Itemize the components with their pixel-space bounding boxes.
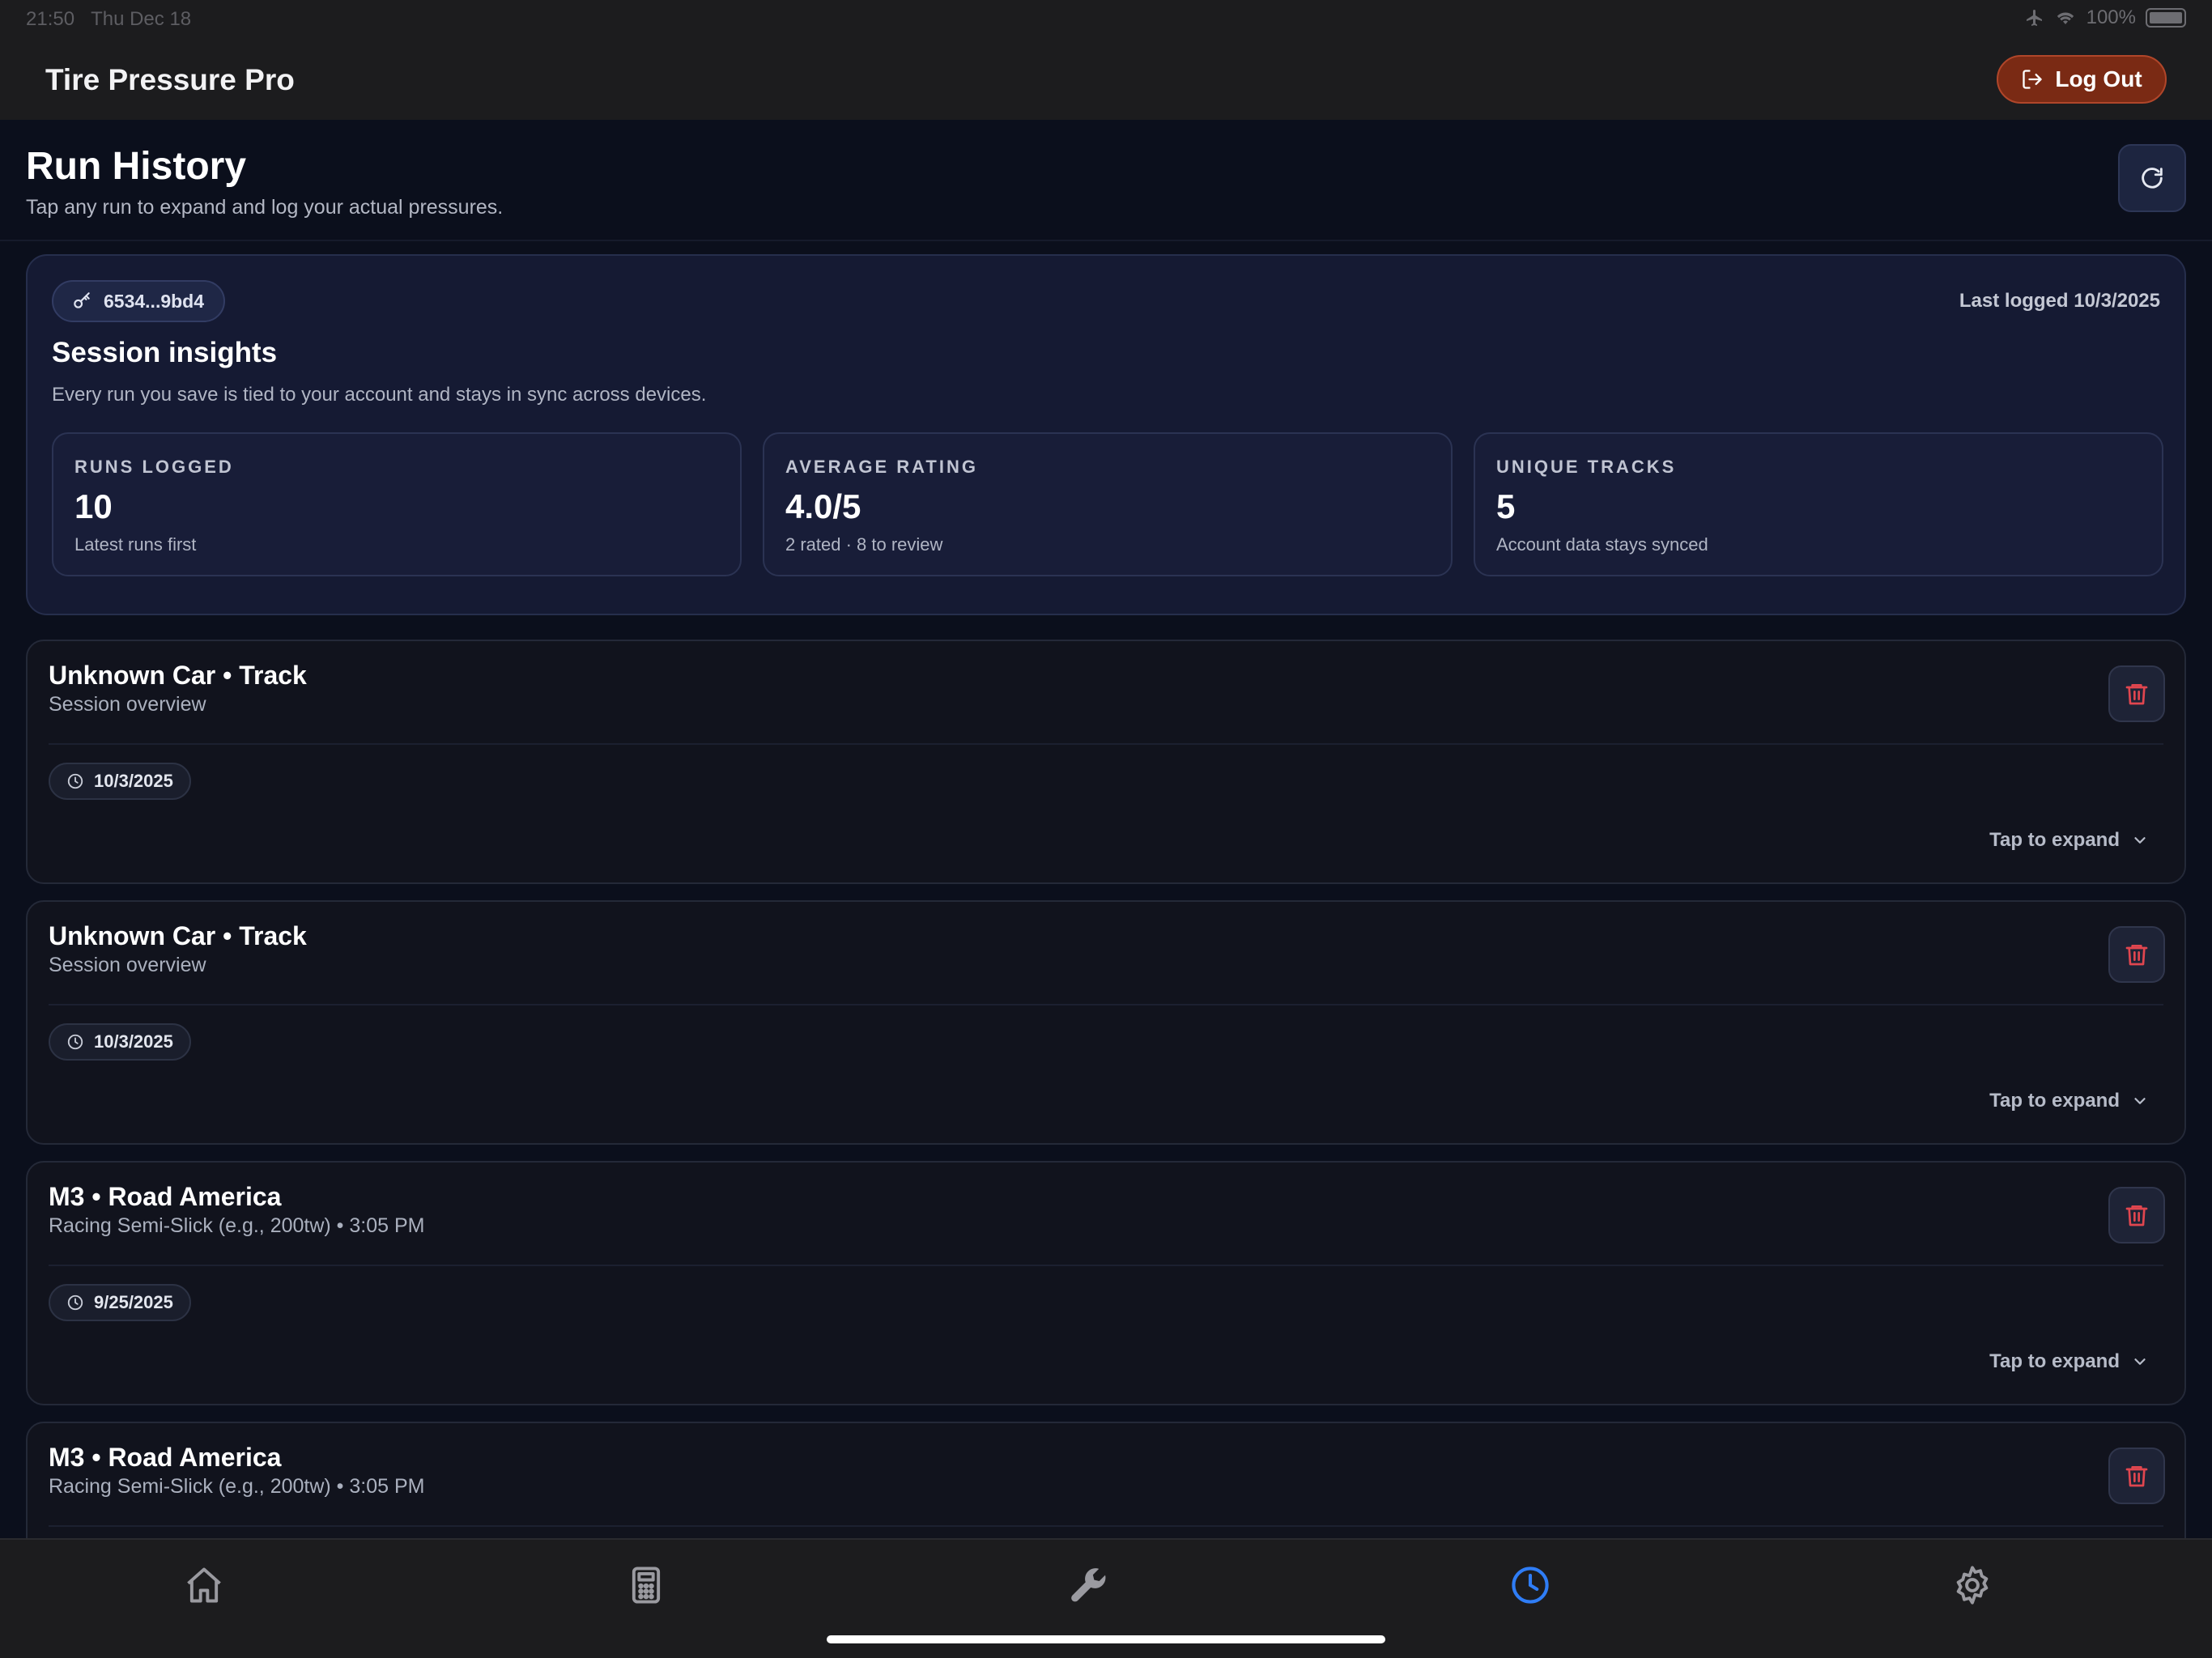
tab-setup[interactable] [1062, 1559, 1114, 1611]
expand-label: Tap to expand [1989, 1350, 2120, 1372]
delete-run-button[interactable] [2108, 1187, 2165, 1244]
battery-icon [2146, 8, 2186, 28]
stat-label: AVERAGE RATING [785, 457, 978, 477]
tab-history[interactable] [1504, 1559, 1556, 1611]
refresh-button[interactable] [2118, 144, 2186, 212]
battery-percent: 100% [2086, 6, 2136, 28]
run-title: Unknown Car • Track [49, 661, 307, 690]
run-title: Unknown Car • Track [49, 921, 307, 950]
app-title: Tire Pressure Pro [45, 63, 295, 96]
run-subtitle: Racing Semi-Slick (e.g., 200tw) • 3:05 P… [49, 1475, 425, 1498]
delete-run-button[interactable] [2108, 665, 2165, 722]
chevron-down-icon [2134, 1358, 2146, 1365]
page-header: Run History Tap any run to expand and lo… [0, 120, 2212, 241]
stat-average-rating: AVERAGE RATING 4.0/5 2 rated · 8 to revi… [763, 432, 1453, 576]
log-out-label: Log Out [2055, 66, 2142, 91]
home-indicator[interactable] [827, 1635, 1385, 1643]
tab-settings[interactable] [1946, 1559, 1998, 1611]
status-time: 21:50 Thu Dec 18 [26, 8, 191, 31]
status-bar: 21:50 Thu Dec 18 100% [0, 0, 2212, 39]
status-date-text: Thu Dec 18 [91, 8, 192, 30]
expand-label: Tap to expand [1989, 829, 2120, 851]
stat-unique-tracks: UNIQUE TRACKS 5 Account data stays synce… [1474, 432, 2163, 576]
expand-label: Tap to expand [1989, 1090, 2120, 1112]
account-key-id: 6534...9bd4 [104, 290, 205, 312]
tab-calculator[interactable] [620, 1559, 672, 1611]
expand-toggle[interactable]: Tap to expand [1989, 1350, 2149, 1373]
wrench-icon [1071, 1568, 1106, 1602]
delete-run-button[interactable] [2108, 926, 2165, 983]
stat-runs-logged: RUNS LOGGED 10 Latest runs first [52, 432, 742, 576]
status-indicators: 100% [2025, 6, 2186, 29]
stat-note: Latest runs first [74, 534, 197, 555]
run-divider [49, 1004, 2163, 1005]
trash-icon [2125, 684, 2148, 705]
clock-icon [67, 773, 83, 789]
expand-toggle[interactable]: Tap to expand [1989, 829, 2149, 852]
run-divider [49, 743, 2163, 745]
run-divider [49, 1525, 2163, 1527]
gear-icon [1956, 1566, 1989, 1605]
run-subtitle: Racing Semi-Slick (e.g., 200tw) • 3:05 P… [49, 1214, 425, 1237]
stat-label: RUNS LOGGED [74, 457, 234, 477]
run-date: 9/25/2025 [94, 1292, 173, 1312]
run-subtitle: Session overview [49, 693, 206, 716]
run-card[interactable]: Unknown Car • Track Session overview 10/… [26, 900, 2186, 1145]
delete-run-button[interactable] [2108, 1448, 2165, 1504]
chevron-down-icon [2134, 837, 2146, 844]
insights-subtitle: Every run you save is tied to your accou… [52, 384, 707, 406]
airplane-icon [2026, 10, 2042, 26]
run-date: 10/3/2025 [94, 771, 173, 791]
logout-icon [2023, 70, 2043, 89]
clock-icon [67, 1295, 83, 1311]
run-title: M3 • Road America [49, 1443, 282, 1472]
run-date-chip: 10/3/2025 [49, 763, 191, 800]
key-icon [74, 292, 90, 308]
trash-icon [2125, 1205, 2148, 1226]
page-title: Run History [26, 145, 247, 188]
stat-value: 10 [74, 487, 113, 525]
trash-icon [2125, 945, 2148, 966]
status-time-text: 21:50 [26, 8, 75, 30]
stat-label: UNIQUE TRACKS [1496, 457, 1677, 477]
run-date-chip: 9/25/2025 [49, 1284, 191, 1321]
run-date-chip: 10/3/2025 [49, 1023, 191, 1061]
insights-title: Session insights [52, 337, 278, 368]
stat-value: 5 [1496, 487, 1516, 525]
run-title: M3 • Road America [49, 1182, 282, 1211]
home-icon [187, 1567, 221, 1603]
session-insights-card: 6534...9bd4 Last logged 10/3/2025 Sessio… [26, 254, 2186, 615]
app-header: Tire Pressure Pro Log Out [0, 39, 2212, 120]
chevron-down-icon [2134, 1098, 2146, 1104]
account-key-chip: 6534...9bd4 [52, 280, 226, 322]
run-card[interactable]: Unknown Car • Track Session overview 10/… [26, 640, 2186, 884]
trash-icon [2125, 1466, 2148, 1487]
run-divider [49, 1265, 2163, 1266]
stat-note: 2 rated · 8 to review [785, 534, 943, 555]
clock-icon [67, 1034, 83, 1050]
run-card[interactable]: M3 • Road America Racing Semi-Slick (e.g… [26, 1161, 2186, 1405]
calculator-icon [632, 1567, 661, 1604]
wifi-icon [2057, 12, 2074, 24]
tab-home[interactable] [178, 1559, 230, 1611]
run-subtitle: Session overview [49, 954, 206, 976]
run-date: 10/3/2025 [94, 1031, 173, 1052]
refresh-icon [2142, 168, 2163, 189]
clock-icon [1512, 1567, 1549, 1604]
stat-note: Account data stays synced [1496, 534, 1708, 555]
page-subtitle: Tap any run to expand and log your actua… [26, 196, 504, 219]
stat-value: 4.0/5 [785, 487, 861, 525]
last-logged: Last logged 10/3/2025 [1959, 290, 2160, 312]
expand-toggle[interactable]: Tap to expand [1989, 1090, 2149, 1112]
log-out-button[interactable]: Log Out [1997, 55, 2167, 104]
